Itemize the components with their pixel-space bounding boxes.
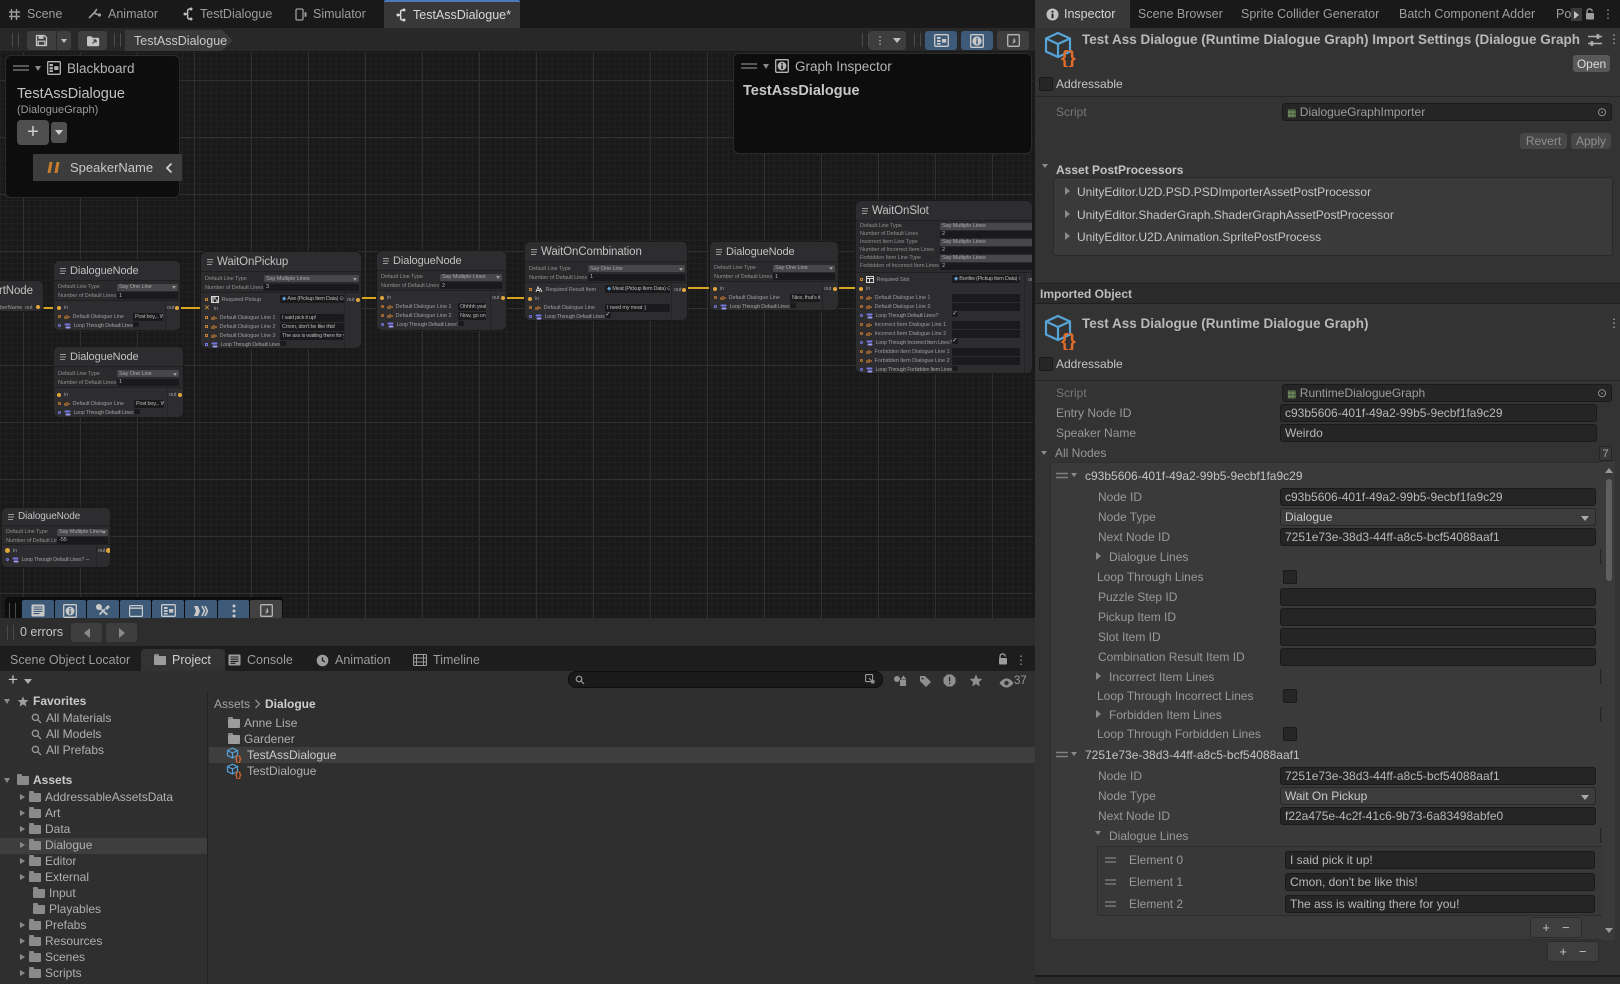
svg-text:{}: {} (235, 754, 242, 764)
svg-text:{}: {} (1061, 331, 1076, 350)
svg-text:{}: {} (235, 770, 242, 780)
svg-text:{}: {} (1061, 48, 1076, 67)
